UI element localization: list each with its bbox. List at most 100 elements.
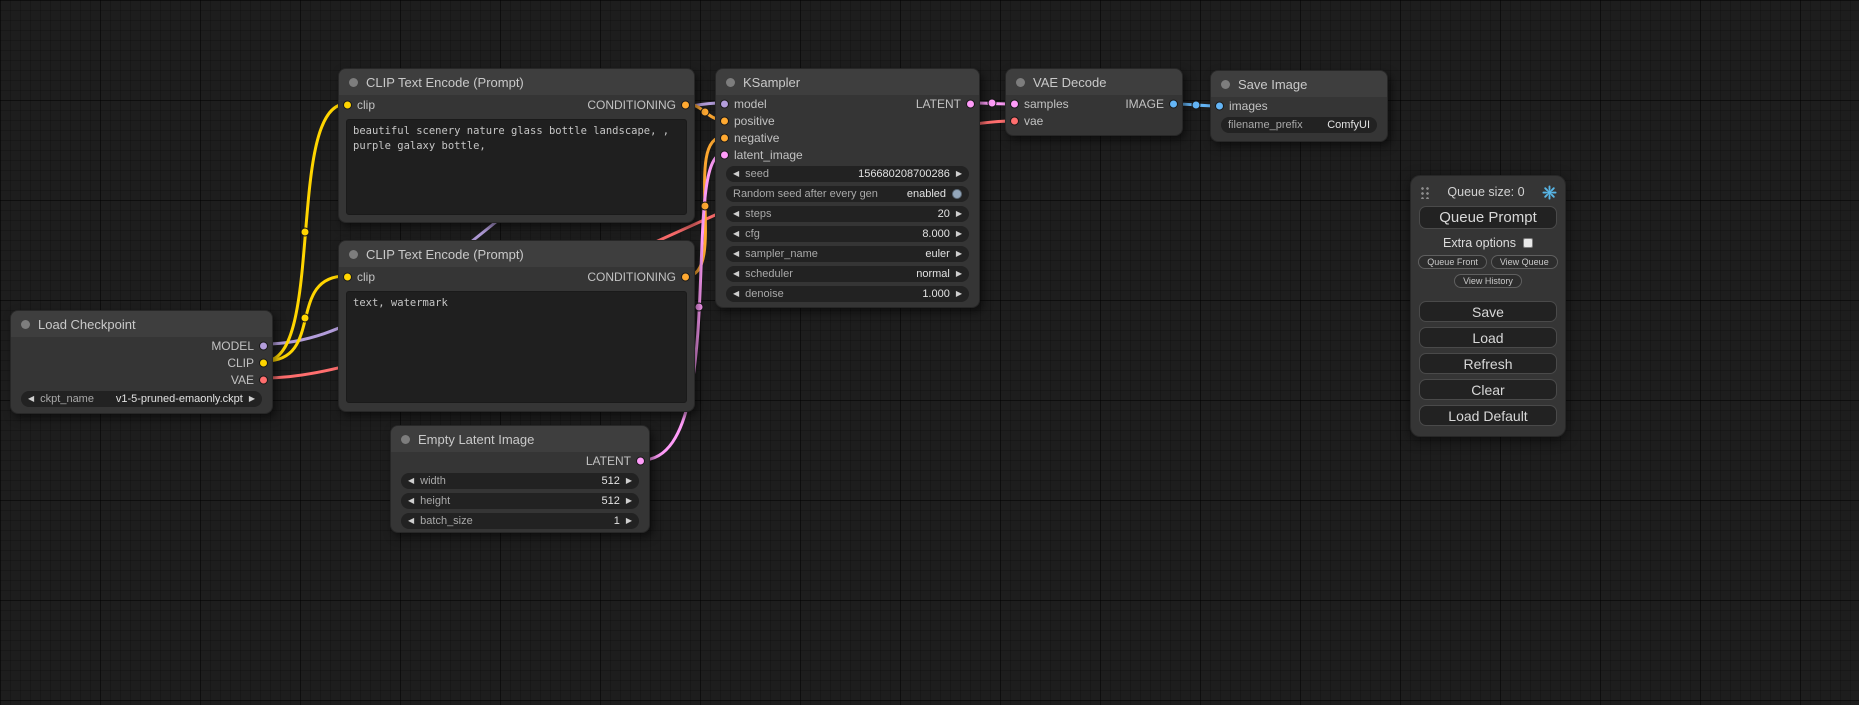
- increment-arrow-icon[interactable]: ▶: [956, 210, 962, 218]
- positive-prompt-textarea[interactable]: beautiful scenery nature glass bottle la…: [346, 119, 687, 215]
- conditioning-output-dot[interactable]: [681, 101, 690, 110]
- increment-arrow-icon[interactable]: ▶: [626, 517, 632, 525]
- sampler-name-combo-widget[interactable]: ◀ sampler_name euler ▶: [726, 246, 969, 262]
- images-input-dot[interactable]: [1215, 101, 1224, 110]
- node-title-text: KSampler: [743, 75, 800, 90]
- node-clip-text-encode-positive[interactable]: CLIP Text Encode (Prompt) clip CONDITION…: [338, 68, 695, 223]
- increment-arrow-icon[interactable]: ▶: [626, 497, 632, 505]
- decrement-arrow-icon[interactable]: ◀: [408, 477, 414, 485]
- widget-value: ComfyUI: [1327, 119, 1370, 131]
- node-title-text: CLIP Text Encode (Prompt): [366, 247, 524, 262]
- increment-arrow-icon[interactable]: ▶: [956, 270, 962, 278]
- slot-label: latent_image: [734, 148, 803, 162]
- latent-output-dot[interactable]: [966, 99, 975, 108]
- node-title-bar[interactable]: KSampler: [716, 69, 979, 95]
- slot-row: samples IMAGE: [1006, 95, 1182, 112]
- positive-input-dot[interactable]: [720, 116, 729, 125]
- image-output-dot[interactable]: [1169, 99, 1178, 108]
- samples-input-dot[interactable]: [1010, 99, 1019, 108]
- view-history-button[interactable]: View History: [1454, 274, 1522, 288]
- decrement-arrow-icon[interactable]: ◀: [408, 497, 414, 505]
- increment-arrow-icon[interactable]: ▶: [956, 230, 962, 238]
- node-save-image[interactable]: Save Image images filename_prefix ComfyU…: [1210, 70, 1388, 142]
- node-title-text: Load Checkpoint: [38, 317, 136, 332]
- decrement-arrow-icon[interactable]: ◀: [28, 395, 34, 403]
- queue-prompt-button[interactable]: Queue Prompt: [1419, 206, 1557, 229]
- queue-front-button[interactable]: Queue Front: [1418, 255, 1487, 269]
- negative-prompt-textarea[interactable]: text, watermark: [346, 291, 687, 403]
- filename-prefix-text-widget[interactable]: filename_prefix ComfyUI: [1221, 117, 1377, 133]
- widget-name: batch_size: [420, 515, 608, 527]
- slot-label: IMAGE: [1125, 97, 1164, 111]
- clear-button[interactable]: Clear: [1419, 379, 1557, 400]
- node-vae-decode[interactable]: VAE Decode samples IMAGE vae: [1005, 68, 1183, 136]
- node-title-bar[interactable]: Save Image: [1211, 71, 1387, 97]
- node-title-bar[interactable]: CLIP Text Encode (Prompt): [339, 241, 694, 267]
- decrement-arrow-icon[interactable]: ◀: [733, 250, 739, 258]
- save-button[interactable]: Save: [1419, 301, 1557, 322]
- node-load-checkpoint[interactable]: Load Checkpoint MODEL CLIP VAE ◀ ckpt_na…: [10, 310, 273, 414]
- output-slot-clip: CLIP: [11, 354, 272, 371]
- refresh-button[interactable]: Refresh: [1419, 353, 1557, 374]
- node-ksampler[interactable]: KSampler model LATENT positive negative …: [715, 68, 980, 308]
- increment-arrow-icon[interactable]: ▶: [956, 250, 962, 258]
- node-clip-text-encode-negative[interactable]: CLIP Text Encode (Prompt) clip CONDITION…: [338, 240, 695, 412]
- vae-input-dot[interactable]: [1010, 116, 1019, 125]
- node-title-bar[interactable]: VAE Decode: [1006, 69, 1182, 95]
- output-slot-model: MODEL: [11, 337, 272, 354]
- random-seed-toggle-widget[interactable]: Random seed after every gen enabled: [726, 186, 969, 202]
- widget-name: cfg: [745, 228, 916, 240]
- widget-value: 1: [614, 515, 620, 527]
- latent-output-dot[interactable]: [636, 457, 645, 466]
- graph-canvas[interactable]: Load Checkpoint MODEL CLIP VAE ◀ ckpt_na…: [0, 0, 1859, 705]
- widget-value: enabled: [907, 188, 946, 200]
- seed-number-widget[interactable]: ◀ seed 156680208700286 ▶: [726, 166, 969, 182]
- clip-input-dot[interactable]: [343, 273, 352, 282]
- scheduler-combo-widget[interactable]: ◀ scheduler normal ▶: [726, 266, 969, 282]
- slot-row: images: [1211, 97, 1387, 114]
- cfg-number-widget[interactable]: ◀ cfg 8.000 ▶: [726, 226, 969, 242]
- link-midpoint-dot: [1192, 101, 1200, 109]
- increment-arrow-icon[interactable]: ▶: [249, 395, 255, 403]
- clip-output-dot[interactable]: [259, 358, 268, 367]
- node-title-bar[interactable]: CLIP Text Encode (Prompt): [339, 69, 694, 95]
- vae-output-dot[interactable]: [259, 375, 268, 384]
- increment-arrow-icon[interactable]: ▶: [956, 170, 962, 178]
- decrement-arrow-icon[interactable]: ◀: [408, 517, 414, 525]
- height-number-widget[interactable]: ◀ height 512 ▶: [401, 493, 639, 509]
- node-empty-latent-image[interactable]: Empty Latent Image LATENT ◀ width 512 ▶ …: [390, 425, 650, 533]
- widget-value: 20: [938, 208, 950, 220]
- node-title-bar[interactable]: Load Checkpoint: [11, 311, 272, 337]
- view-queue-button[interactable]: View Queue: [1491, 255, 1558, 269]
- model-input-dot[interactable]: [720, 99, 729, 108]
- node-title-text: VAE Decode: [1033, 75, 1106, 90]
- denoise-number-widget[interactable]: ◀ denoise 1.000 ▶: [726, 286, 969, 302]
- extra-options-label: Extra options: [1443, 236, 1516, 250]
- drag-handle-icon[interactable]: [1419, 185, 1430, 199]
- conditioning-output-dot[interactable]: [681, 273, 690, 282]
- decrement-arrow-icon[interactable]: ◀: [733, 230, 739, 238]
- slot-label: VAE: [231, 373, 254, 387]
- increment-arrow-icon[interactable]: ▶: [626, 477, 632, 485]
- latent-image-input-dot[interactable]: [720, 150, 729, 159]
- extra-options-checkbox[interactable]: [1523, 238, 1533, 248]
- clip-input-dot[interactable]: [343, 101, 352, 110]
- steps-number-widget[interactable]: ◀ steps 20 ▶: [726, 206, 969, 222]
- load-button[interactable]: Load: [1419, 327, 1557, 348]
- settings-gear-icon[interactable]: [1542, 185, 1557, 200]
- increment-arrow-icon[interactable]: ▶: [956, 290, 962, 298]
- toggle-indicator-dot[interactable]: [952, 189, 962, 199]
- width-number-widget[interactable]: ◀ width 512 ▶: [401, 473, 639, 489]
- load-default-button[interactable]: Load Default: [1419, 405, 1557, 426]
- decrement-arrow-icon[interactable]: ◀: [733, 290, 739, 298]
- ckpt-name-combo-widget[interactable]: ◀ ckpt_name v1-5-pruned-emaonly.ckpt ▶: [21, 391, 262, 407]
- batch-size-number-widget[interactable]: ◀ batch_size 1 ▶: [401, 513, 639, 529]
- node-title-bar[interactable]: Empty Latent Image: [391, 426, 649, 452]
- decrement-arrow-icon[interactable]: ◀: [733, 210, 739, 218]
- widget-name: steps: [745, 208, 931, 220]
- negative-input-dot[interactable]: [720, 133, 729, 142]
- decrement-arrow-icon[interactable]: ◀: [733, 170, 739, 178]
- model-output-dot[interactable]: [259, 341, 268, 350]
- decrement-arrow-icon[interactable]: ◀: [733, 270, 739, 278]
- slot-row: clip CONDITIONING: [339, 95, 694, 115]
